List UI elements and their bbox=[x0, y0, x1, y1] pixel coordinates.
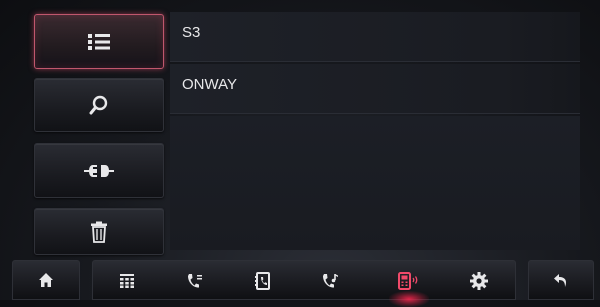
contacts-button[interactable] bbox=[237, 261, 289, 301]
delete-button[interactable] bbox=[34, 208, 164, 255]
bottom-nav bbox=[0, 260, 600, 307]
device-row[interactable]: ONWAY bbox=[170, 64, 580, 114]
music-phone-icon bbox=[323, 274, 338, 288]
settings-icon bbox=[470, 272, 488, 290]
search-icon bbox=[89, 95, 108, 115]
keypad-icon bbox=[120, 274, 134, 288]
music-phone-button[interactable] bbox=[305, 261, 357, 301]
call-log-button[interactable] bbox=[169, 261, 221, 301]
device-name: ONWAY bbox=[182, 76, 237, 93]
device-list: S3 ONWAY bbox=[170, 12, 580, 252]
home-icon bbox=[39, 273, 53, 287]
device-name: S3 bbox=[182, 24, 201, 41]
device-row[interactable]: S3 bbox=[170, 12, 580, 62]
keypad-button[interactable] bbox=[101, 261, 153, 301]
call-log-icon bbox=[188, 274, 202, 288]
search-button[interactable] bbox=[34, 78, 164, 132]
bluetooth-phone-icon bbox=[398, 272, 418, 290]
back-button[interactable] bbox=[528, 260, 594, 300]
connect-icon bbox=[84, 164, 114, 177]
back-icon bbox=[554, 274, 567, 287]
settings-button[interactable] bbox=[453, 261, 505, 301]
list-icon bbox=[88, 33, 110, 50]
trash-icon bbox=[91, 221, 107, 243]
list-empty-area bbox=[170, 116, 580, 250]
device-list-button[interactable] bbox=[34, 14, 164, 69]
contacts-icon bbox=[255, 272, 270, 290]
phone-nav-group bbox=[92, 260, 516, 307]
bluetooth-phone-button[interactable] bbox=[383, 261, 435, 307]
home-button[interactable] bbox=[12, 260, 80, 300]
connect-button[interactable] bbox=[34, 143, 164, 198]
